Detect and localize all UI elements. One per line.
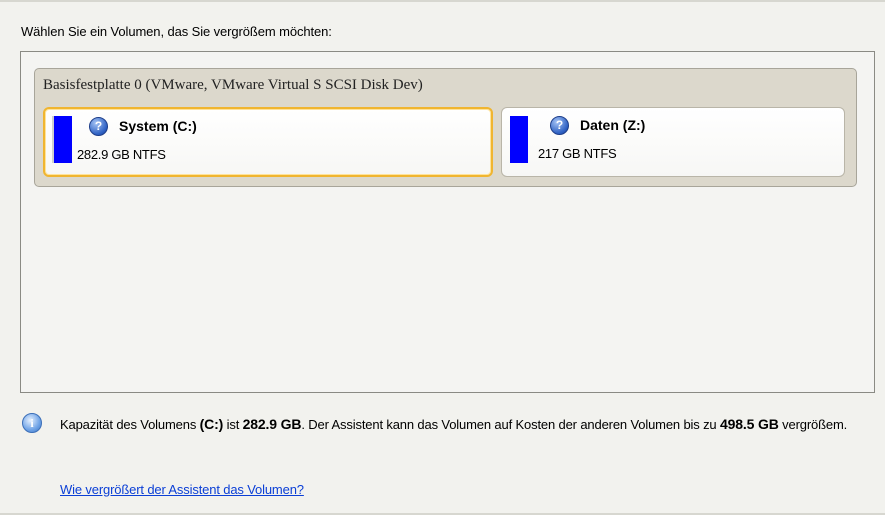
info-icon: i [22,413,42,433]
info-text-part: vergrößem. [778,417,848,432]
volume-size: 217 GB NTFS [538,146,617,161]
volume-size: 282.9 GB NTFS [77,147,166,162]
info-text-part: Kapazität des Volumens [60,417,200,432]
volume-daten-z[interactable]: ? Daten (Z:) 217 GB NTFS [501,107,845,177]
disk-header: Basisfestplatte 0 (VMware, VMware Virtua… [43,77,423,93]
volume-usage-bar [52,116,72,163]
resize-volume-page: Wählen Sie ein Volumen, das Sie vergröße… [0,0,885,515]
question-icon[interactable]: ? [550,116,569,135]
how-resize-help-link[interactable]: Wie vergrößert der Assistent das Volumen… [60,482,304,497]
capacity-info-text: Kapazität des Volumens (C:) ist 282.9 GB… [60,414,850,435]
question-icon[interactable]: ? [89,117,108,136]
volume-system-c[interactable]: ? System (C:) 282.9 GB NTFS [43,107,493,177]
top-divider [0,0,885,2]
volume-label: Daten (Z:) [580,117,646,133]
info-text-part: ist [223,417,243,432]
volume-label: System (C:) [119,118,197,134]
info-max-capacity: 498.5 GB [719,416,779,432]
info-capacity: 282.9 GB [242,416,302,432]
info-text-part: . Der Assistent kann das Volumen auf Kos… [301,417,720,432]
volume-usage-bar [510,116,528,163]
info-volume: (C:) [199,416,224,432]
disk-group: Basisfestplatte 0 (VMware, VMware Virtua… [34,68,857,187]
volume-selection-panel: Basisfestplatte 0 (VMware, VMware Virtua… [20,51,875,393]
instruction-text: Wählen Sie ein Volumen, das Sie vergröße… [21,24,332,39]
